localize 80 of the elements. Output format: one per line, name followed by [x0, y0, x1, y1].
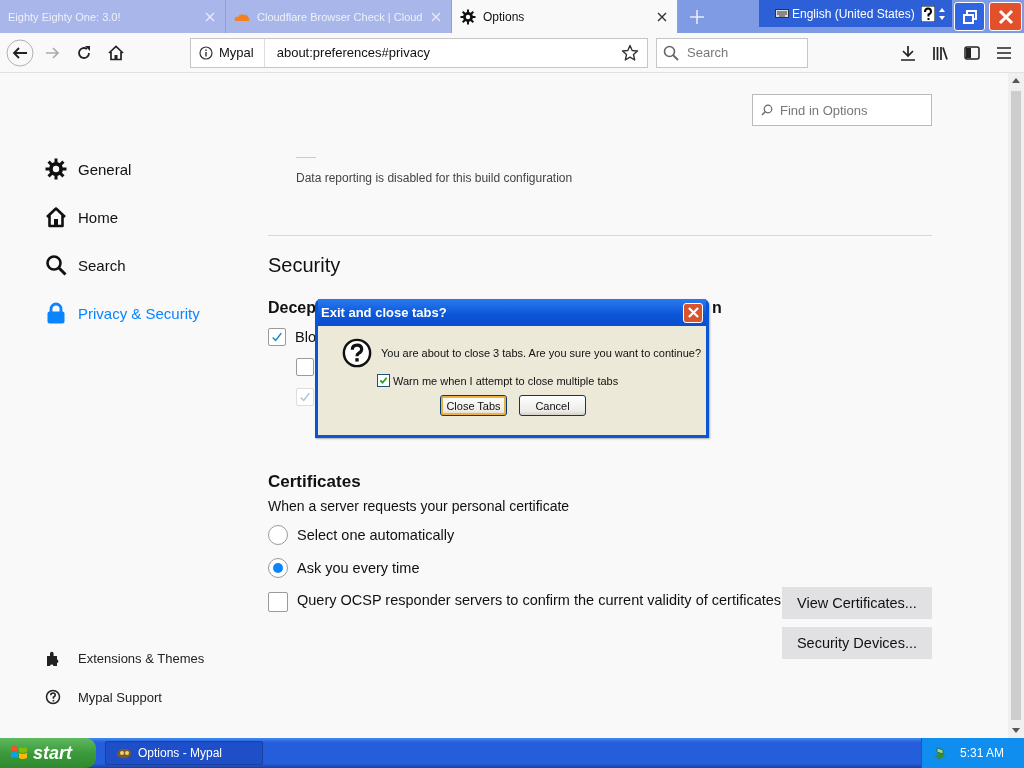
- windows-flag-icon: [10, 744, 28, 762]
- option-label: Select one automatically: [297, 527, 455, 543]
- subsection-heading: Certificates: [268, 472, 362, 492]
- checkbox[interactable]: [296, 358, 314, 376]
- keyboard-icon: [775, 9, 789, 18]
- scroll-down-icon: [1012, 728, 1020, 733]
- radio-button[interactable]: [268, 558, 288, 578]
- start-button[interactable]: start: [0, 738, 96, 768]
- cloud-icon: [234, 11, 250, 22]
- star-icon[interactable]: [621, 43, 639, 62]
- question-icon: [342, 338, 372, 368]
- dialog-button[interactable]: Cancel: [519, 395, 586, 416]
- close-icon: [997, 8, 1014, 25]
- address-bar[interactable]: Mypal about:preferences#privacy: [190, 37, 648, 68]
- category-item[interactable]: Home: [45, 206, 268, 228]
- clock-text: 5:31 AM: [959, 746, 1004, 760]
- info-icon: [199, 45, 213, 60]
- menu-icon[interactable]: [996, 44, 1012, 61]
- reload-icon[interactable]: [76, 44, 92, 61]
- category-item[interactable]: Search: [45, 254, 268, 276]
- restore-button[interactable]: [954, 2, 985, 31]
- find-field[interactable]: Find in Options: [752, 94, 932, 126]
- puzzle-icon: [45, 650, 61, 667]
- checkmark-icon: [299, 391, 311, 403]
- category-item[interactable]: Privacy & Security: [45, 302, 268, 324]
- option-label: Blo: [295, 329, 316, 345]
- new-tab-icon[interactable]: [690, 9, 704, 24]
- settings-button[interactable]: Security Devices...: [782, 627, 932, 659]
- checkbox-label: Warn me when I attempt to close multiple tabs: [393, 374, 619, 387]
- search-field[interactable]: Search: [685, 44, 799, 61]
- forward-icon[interactable]: [44, 44, 60, 61]
- lock-icon: [45, 302, 67, 324]
- subsection-heading: Decep: [268, 299, 317, 317]
- checkmark-icon: [379, 376, 388, 385]
- help-icon: [921, 5, 935, 22]
- checkbox[interactable]: [268, 328, 286, 346]
- footer-link[interactable]: Mypal Support: [45, 689, 268, 706]
- sidebar-icon[interactable]: [964, 44, 980, 61]
- category-item[interactable]: General: [45, 158, 268, 180]
- checkbox[interactable]: [268, 592, 288, 612]
- back-icon[interactable]: [6, 38, 34, 67]
- language-bar[interactable]: English (United States): [759, 0, 952, 27]
- restore-icon: [961, 8, 978, 25]
- download-icon[interactable]: [900, 44, 916, 61]
- checkmark-icon: [271, 331, 283, 343]
- section-heading: Security: [268, 254, 342, 277]
- taskbar-item[interactable]: Options - Mypal: [105, 741, 263, 765]
- scrollbar[interactable]: [1008, 73, 1024, 738]
- close-button[interactable]: [989, 2, 1022, 31]
- close-icon[interactable]: [657, 11, 667, 22]
- find-field[interactable]: Find in Options: [778, 101, 932, 119]
- footer-link[interactable]: Extensions & Themes: [45, 650, 268, 667]
- close-button[interactable]: [683, 302, 703, 323]
- close-icon: [687, 307, 699, 318]
- note-text: Data reporting is disabled for this build configuration: [296, 171, 574, 185]
- library-icon[interactable]: [932, 44, 948, 61]
- search-field[interactable]: Search: [656, 37, 808, 68]
- search-icon: [761, 104, 773, 116]
- home-icon: [45, 206, 67, 228]
- scroll-up-icon: [1012, 78, 1020, 83]
- dialog-title: Exit and close tabs?: [321, 305, 447, 320]
- dialog-message: You are about to close 3 tabs. Are you sure you want to continue?: [381, 347, 702, 359]
- dialog-button[interactable]: Close Tabs: [440, 395, 507, 416]
- site-identity[interactable]: Mypal: [219, 38, 265, 67]
- help-icon: [45, 689, 61, 706]
- search-icon: [663, 44, 679, 61]
- scroll-thumb[interactable]: [1011, 91, 1021, 720]
- option-label: Ask you every time: [297, 560, 420, 576]
- option-label: Query OCSP responder servers to confirm the current validity of certificates: [297, 592, 782, 608]
- search-icon: [45, 254, 67, 276]
- url-text: about:preferences#privacy: [276, 45, 430, 60]
- settings-button[interactable]: View Certificates...: [782, 587, 932, 619]
- description-text: When a server requests your personal certificate: [268, 498, 571, 514]
- checkbox[interactable]: [377, 374, 390, 387]
- radio-button[interactable]: [268, 525, 288, 545]
- subsection-heading: n: [712, 299, 722, 317]
- home-icon[interactable]: [108, 44, 124, 61]
- app-icon: [116, 746, 132, 760]
- gear-icon: [460, 8, 476, 25]
- browser-tab[interactable]: Options: [452, 0, 678, 33]
